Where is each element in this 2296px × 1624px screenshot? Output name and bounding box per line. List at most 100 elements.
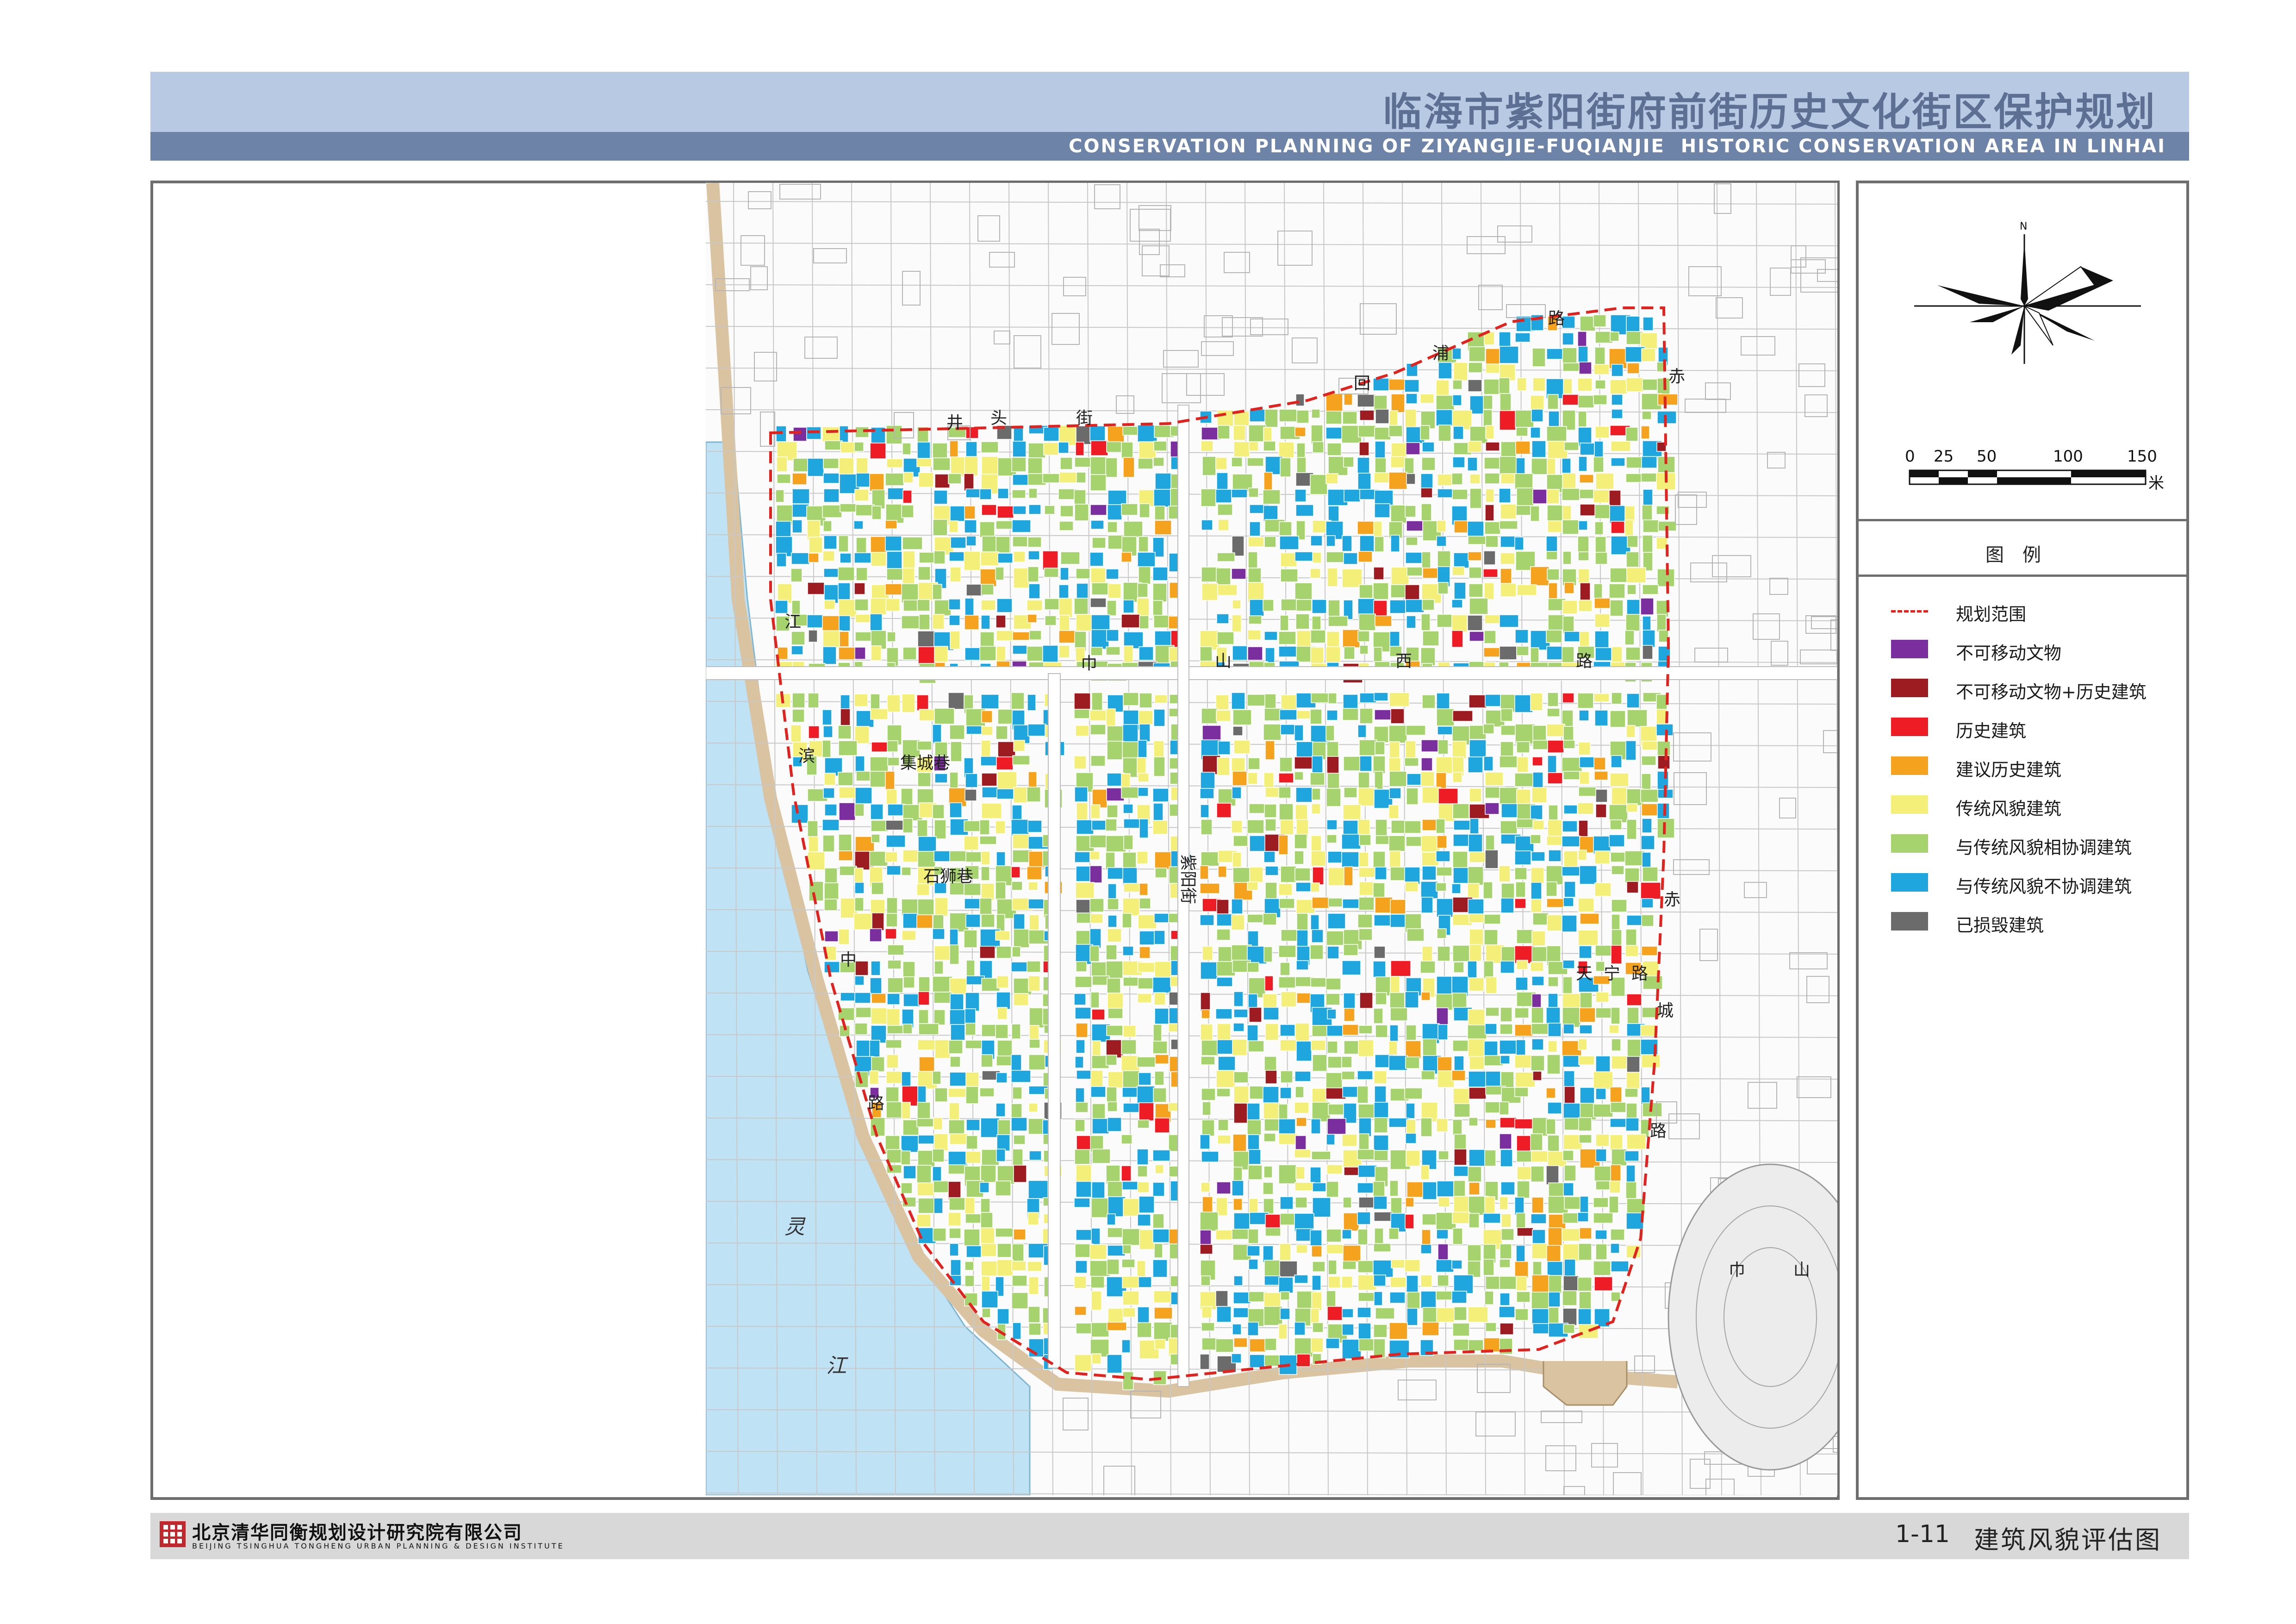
compass-petal [2011, 306, 2024, 355]
building [1344, 866, 1353, 886]
building [1499, 756, 1518, 768]
legend-panel: N 0 25 50 100 150 米 图例 规划范围 不可移动文物 不可移动文物+… [1856, 181, 2189, 1500]
building [1139, 693, 1152, 708]
building [1580, 1196, 1589, 1213]
building [1357, 1149, 1375, 1160]
building [933, 1228, 946, 1242]
building [1532, 1117, 1548, 1137]
building [997, 506, 1014, 518]
building [1358, 613, 1376, 631]
building [885, 771, 895, 791]
building [1452, 1119, 1462, 1136]
building [949, 929, 958, 947]
building [1515, 881, 1526, 898]
building [996, 975, 1009, 988]
building [1642, 630, 1655, 648]
building [1406, 537, 1418, 546]
road-label: 巾 [1081, 654, 1097, 673]
building [792, 693, 805, 708]
building [1406, 1181, 1425, 1198]
building [1641, 773, 1651, 790]
building [1294, 489, 1307, 502]
building [1532, 756, 1543, 766]
building [1420, 647, 1436, 666]
building [1373, 1135, 1389, 1151]
building [1452, 772, 1462, 783]
building [964, 820, 982, 832]
building [1357, 457, 1370, 475]
building [822, 505, 842, 518]
building [1137, 583, 1148, 598]
building [1326, 756, 1339, 775]
building [979, 1087, 995, 1097]
building [1578, 898, 1594, 912]
building [1358, 1025, 1373, 1034]
building [1500, 552, 1515, 565]
building [1341, 851, 1359, 868]
building [1152, 1041, 1168, 1054]
building [1059, 521, 1074, 531]
building [1215, 694, 1229, 710]
building [996, 1259, 1014, 1276]
building [1390, 960, 1411, 977]
building [1626, 1134, 1646, 1149]
building [1344, 787, 1357, 798]
building [1389, 692, 1410, 707]
building [1280, 1308, 1290, 1320]
map-canvas[interactable]: 灵 江 江 滨 中 路 井 头 街 回 浦 路 巾 山 西 路 赤 赤 城 路 … [706, 183, 1837, 1495]
building [1389, 1024, 1399, 1043]
building [1029, 914, 1039, 931]
building [1155, 1164, 1164, 1174]
building [854, 975, 865, 986]
building [1106, 646, 1120, 656]
building [1562, 1055, 1580, 1068]
building [1436, 1259, 1454, 1273]
building [902, 1024, 913, 1034]
building [1247, 457, 1264, 467]
building [793, 427, 807, 442]
building [1312, 1025, 1328, 1037]
building [1137, 851, 1148, 864]
building [1437, 1243, 1449, 1262]
building [823, 787, 835, 799]
building [1373, 1196, 1388, 1210]
building [1233, 1337, 1248, 1348]
building [1028, 504, 1041, 515]
building [1499, 787, 1518, 805]
building [1248, 615, 1262, 625]
building [1137, 993, 1152, 1003]
building [1248, 1229, 1259, 1244]
building [1154, 930, 1165, 945]
building [1278, 1324, 1288, 1339]
building [1451, 1291, 1467, 1304]
building [1137, 1165, 1148, 1177]
building [1342, 629, 1360, 648]
building [981, 851, 990, 865]
building [1153, 756, 1165, 777]
building [1595, 1230, 1607, 1240]
building [824, 882, 839, 900]
building [1278, 646, 1298, 657]
building [1201, 1119, 1215, 1137]
building [824, 961, 840, 973]
building [1436, 882, 1447, 892]
building [1611, 1038, 1621, 1051]
building [964, 598, 974, 618]
building [1420, 1118, 1432, 1137]
building [1107, 504, 1122, 520]
building [870, 1117, 885, 1137]
building [1138, 458, 1153, 469]
building [1514, 898, 1526, 909]
building [791, 645, 803, 655]
building [1326, 551, 1345, 563]
building [1593, 456, 1604, 473]
building [1327, 1118, 1346, 1135]
road-label: 路 [868, 1094, 884, 1113]
building [1578, 1056, 1595, 1065]
building [1247, 914, 1263, 923]
building [1075, 1119, 1085, 1132]
building [1090, 1070, 1103, 1088]
building [1074, 993, 1086, 1006]
building [1311, 693, 1331, 703]
building [1627, 535, 1638, 548]
